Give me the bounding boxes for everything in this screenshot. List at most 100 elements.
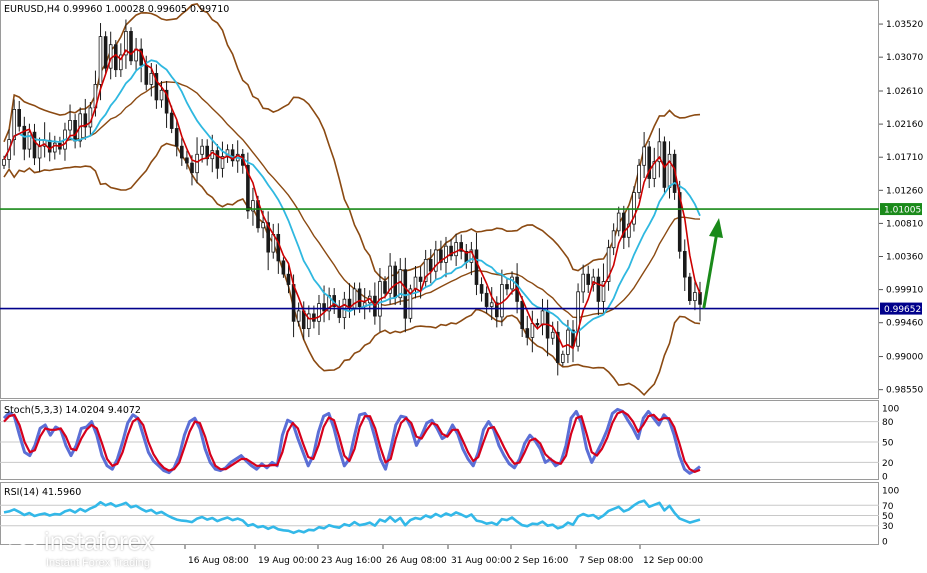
candle-body	[479, 284, 484, 294]
candle-body	[693, 292, 697, 302]
candle-body	[296, 310, 301, 322]
oscillator-tick-label: 50	[882, 439, 894, 449]
candle-body	[261, 222, 265, 229]
candle-body	[484, 292, 489, 307]
candle-body	[215, 150, 220, 169]
time-tick-label: 31 Aug 00:00	[451, 556, 512, 566]
candle-body	[73, 120, 77, 142]
oscillator-tick-label: 70	[882, 502, 894, 512]
candle-body	[611, 230, 616, 249]
candle-body	[169, 112, 174, 129]
oscillator-tick-label: 30	[882, 522, 894, 532]
candle-body	[505, 284, 509, 290]
candle-body	[550, 331, 555, 339]
price-tick-label: 1.03070	[886, 53, 923, 63]
candle-body	[596, 276, 601, 302]
candle-body	[566, 329, 570, 355]
candle-body	[474, 249, 479, 285]
price-tick-label: 1.00810	[886, 219, 923, 229]
price-tick-label: 0.99000	[886, 353, 923, 363]
resistance-price-label: 1.01005	[884, 206, 921, 216]
candle-body	[286, 273, 291, 285]
time-tick-label: 7 Sep 08:00	[579, 556, 634, 566]
support-price-label: 0.99652	[884, 305, 921, 315]
candle-body	[174, 128, 179, 147]
candle-body	[586, 273, 590, 285]
candle-body	[383, 281, 387, 294]
oscillator-tick-label: 0	[882, 538, 888, 548]
price-candle	[576, 283, 580, 352]
time-tick-label: 23 Aug 16:00	[321, 556, 382, 566]
instaforex-logo: instaforex Instant Forex Trading	[6, 528, 196, 572]
oscillator-tick-label: 80	[882, 418, 894, 428]
candle-body	[393, 265, 397, 299]
candle-body	[27, 131, 32, 150]
candle-body	[683, 250, 687, 278]
candle-body	[525, 328, 530, 338]
price-candle	[408, 284, 413, 323]
candle-body	[32, 131, 37, 159]
candle-body	[581, 273, 585, 293]
price-tick-label: 0.99460	[886, 319, 923, 329]
price-tick-label: 1.01710	[886, 153, 923, 163]
candle-body	[540, 310, 545, 326]
candle-body	[500, 284, 504, 318]
candle-body	[317, 303, 321, 322]
candle-body	[114, 44, 118, 71]
candle-body	[428, 258, 433, 272]
main-chart-title: EURUSD,H4 0.99960 1.00028 0.99605 0.9971…	[4, 4, 229, 15]
candle-body	[37, 145, 42, 159]
candle-body	[291, 284, 296, 322]
candle-body	[68, 120, 72, 131]
time-tick-label: 12 Sep 00:00	[643, 556, 703, 566]
time-tick-label: 2 Sep 16:00	[514, 556, 569, 566]
candle-body	[444, 245, 448, 263]
logo-wordmark: instaforex	[44, 528, 155, 556]
candle-body	[530, 322, 535, 338]
candle-body	[418, 276, 423, 282]
price-tick-label: 0.99910	[886, 286, 923, 296]
candle-body	[149, 73, 154, 85]
price-candle	[103, 31, 108, 74]
oscillator-tick-label: 100	[882, 487, 899, 497]
candle-body	[276, 233, 281, 262]
candle-body	[17, 109, 21, 127]
candle-body	[108, 44, 113, 69]
candle-body	[688, 276, 692, 302]
instaforex-logo-icon	[8, 534, 38, 564]
logo-tagline: Instant Forex Trading	[46, 557, 150, 569]
candle-body	[281, 260, 286, 275]
candle-body	[561, 353, 565, 363]
price-candle	[688, 272, 692, 305]
oscillator-tick-label: 100	[882, 405, 899, 415]
candle-body	[53, 142, 57, 153]
candle-body	[129, 30, 133, 62]
candle-body	[454, 242, 458, 257]
price-tick-label: 0.98550	[886, 386, 923, 396]
price-candle	[129, 27, 133, 66]
candle-body	[103, 36, 108, 69]
chart-canvas: 1.01005 0.99652 1.03520 1.03070 1.02610 1.02…	[0, 0, 927, 573]
candle-body	[357, 288, 362, 307]
candle-body	[576, 291, 580, 347]
candle-body	[190, 162, 194, 174]
stochastic-title: Stoch(5,3,3) 14.0204 9.4072	[4, 405, 141, 416]
price-tick-label: 1.00360	[886, 253, 923, 263]
candle-body	[185, 157, 189, 164]
candle-body	[98, 36, 103, 85]
candle-body	[698, 292, 702, 305]
candle-body	[642, 146, 646, 166]
candle-body	[195, 153, 199, 174]
candle-body	[637, 164, 641, 193]
candle-body	[403, 269, 408, 319]
candle-body	[413, 276, 418, 290]
candle-body	[322, 303, 326, 312]
candle-body	[520, 300, 524, 329]
oscillator-tick-label: 50	[882, 512, 894, 522]
time-tick-label: 26 Aug 08:00	[386, 556, 447, 566]
candle-body	[2, 158, 6, 166]
candle-body	[535, 322, 540, 326]
candle-body	[200, 145, 204, 155]
oscillator-tick-label: 20	[882, 459, 894, 469]
time-tick-label: 19 Aug 00:00	[258, 556, 319, 566]
